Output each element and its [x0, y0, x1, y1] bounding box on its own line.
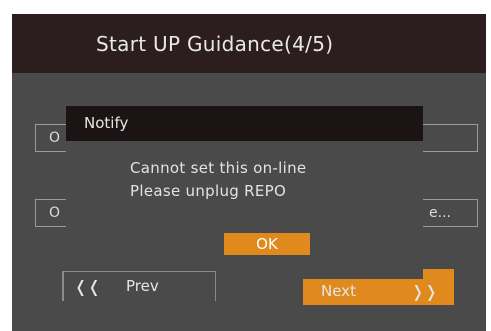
- dialog-title: Notify: [84, 114, 129, 132]
- option-field-2-label: O: [49, 205, 61, 221]
- next-button-label: Next: [321, 282, 356, 300]
- dialog-header: Notify: [66, 106, 423, 141]
- title-bar: Start UP Guidance(4/5): [12, 14, 486, 73]
- dialog-message-line-1: Cannot set this on-line: [130, 159, 307, 177]
- option-field-2-value: e...: [429, 205, 451, 221]
- double-chevron-left-icon: ❬❬: [74, 277, 101, 296]
- notify-dialog: Notify Cannot set this on-line Please un…: [66, 106, 423, 260]
- dialog-message-line-2: Please unplug REPO: [130, 182, 287, 200]
- prev-button-label: Prev: [126, 277, 159, 295]
- ok-button[interactable]: OK: [224, 233, 310, 255]
- option-field-1-label: O: [49, 130, 61, 146]
- prev-button[interactable]: ❬❬ Prev: [62, 271, 216, 301]
- osd-screen: Start UP Guidance(4/5) O O e... ❬❬ Prev …: [12, 14, 486, 331]
- double-chevron-right-icon: ❭❭: [411, 282, 438, 301]
- page-title: Start UP Guidance(4/5): [96, 32, 334, 56]
- next-button[interactable]: Next ❭❭: [303, 279, 448, 305]
